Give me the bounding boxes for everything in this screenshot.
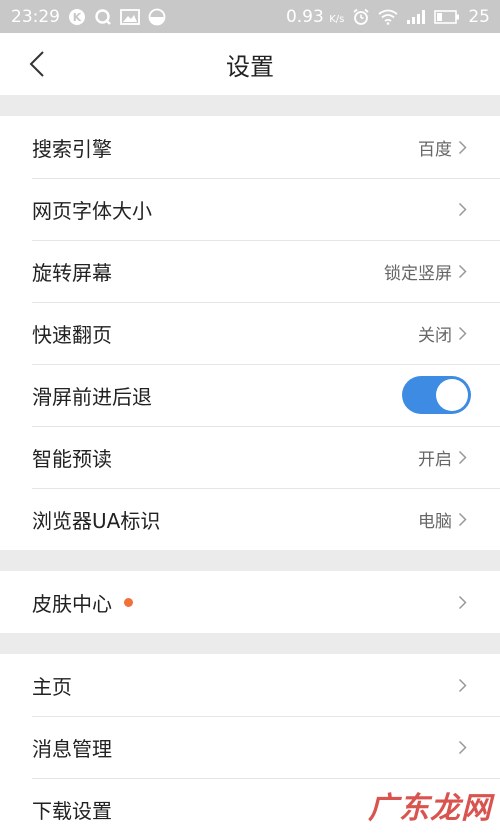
chevron-right-icon <box>456 677 468 693</box>
setting-swipe-navigation: 滑屏前进后退 <box>0 364 500 426</box>
setting-value: 百度 <box>418 139 452 160</box>
status-right: 0.93 K/s 25 <box>286 7 490 27</box>
setting-skin-center[interactable]: 皮肤中心 <box>0 571 500 633</box>
back-arrow-icon <box>29 51 44 77</box>
section-gap <box>0 633 500 654</box>
setting-message-management[interactable]: 消息管理 <box>0 716 500 778</box>
setting-browser-ua[interactable]: 浏览器UA标识 电脑 <box>0 488 500 550</box>
chevron-right-icon <box>456 139 468 155</box>
svg-text:K: K <box>73 11 82 24</box>
q-app-icon <box>94 8 112 26</box>
header: 设置 <box>0 33 500 95</box>
wifi-icon <box>378 9 398 25</box>
setting-font-size[interactable]: 网页字体大小 <box>0 178 500 240</box>
setting-search-engine[interactable]: 搜索引擎 百度 <box>0 116 500 178</box>
back-button[interactable] <box>22 49 52 79</box>
chevron-right-icon <box>456 201 468 217</box>
setting-quick-page-turn[interactable]: 快速翻页 关闭 <box>0 302 500 364</box>
toggle-knob <box>436 379 468 411</box>
signal-icon <box>406 9 426 25</box>
setting-value: 电脑 <box>418 511 452 532</box>
chevron-right-icon <box>456 594 468 610</box>
setting-label-wrapper: 皮肤中心 <box>32 588 452 617</box>
setting-label: 搜索引擎 <box>32 136 112 161</box>
chevron-right-icon <box>456 325 468 341</box>
status-bar: 23:29 K 0.93 K/s 25 <box>0 0 500 33</box>
chevron-right-icon <box>456 263 468 279</box>
chevron-right-icon <box>456 449 468 465</box>
status-left: 23:29 K <box>11 7 166 27</box>
chevron-right-icon <box>456 511 468 527</box>
setting-smart-preload[interactable]: 智能预读 开启 <box>0 426 500 488</box>
gallery-icon <box>120 8 140 25</box>
data-rate-unit: K/s <box>329 13 345 25</box>
settings-section-skin: 皮肤中心 <box>0 571 500 633</box>
section-gap <box>0 95 500 116</box>
setting-value: 锁定竖屏 <box>384 263 452 284</box>
setting-value: 关闭 <box>418 325 452 346</box>
setting-label: 主页 <box>32 674 72 699</box>
setting-label: 浏览器UA标识 <box>32 508 161 533</box>
setting-label: 皮肤中心 <box>32 591 112 616</box>
status-data-rate: 0.93 K/s <box>286 7 344 27</box>
setting-label: 滑屏前进后退 <box>32 384 152 409</box>
setting-label: 智能预读 <box>32 446 112 471</box>
setting-label: 网页字体大小 <box>32 198 152 223</box>
setting-label: 消息管理 <box>32 736 112 761</box>
section-gap <box>0 550 500 571</box>
setting-label: 旋转屏幕 <box>32 260 112 285</box>
settings-section-general: 搜索引擎 百度 网页字体大小 旋转屏幕 锁定竖屏 快速翻页 关闭 滑屏前进后退 … <box>0 116 500 550</box>
setting-screen-rotation[interactable]: 旋转屏幕 锁定竖屏 <box>0 240 500 302</box>
battery-level: 25 <box>468 6 490 27</box>
setting-value: 开启 <box>418 449 452 470</box>
chevron-right-icon <box>456 739 468 755</box>
status-time: 23:29 <box>11 6 60 27</box>
battery-icon <box>434 9 460 24</box>
page-title: 设置 <box>226 52 274 81</box>
k-app-icon: K <box>68 8 86 26</box>
new-badge-dot <box>124 597 133 607</box>
setting-homepage[interactable]: 主页 <box>0 654 500 716</box>
half-circle-icon <box>148 8 166 26</box>
setting-label: 快速翻页 <box>32 322 112 347</box>
data-rate-value: 0.93 <box>285 6 324 27</box>
alarm-icon <box>352 8 370 26</box>
swipe-navigation-toggle[interactable] <box>402 376 471 414</box>
watermark-logo: 广东龙网 <box>368 791 492 826</box>
